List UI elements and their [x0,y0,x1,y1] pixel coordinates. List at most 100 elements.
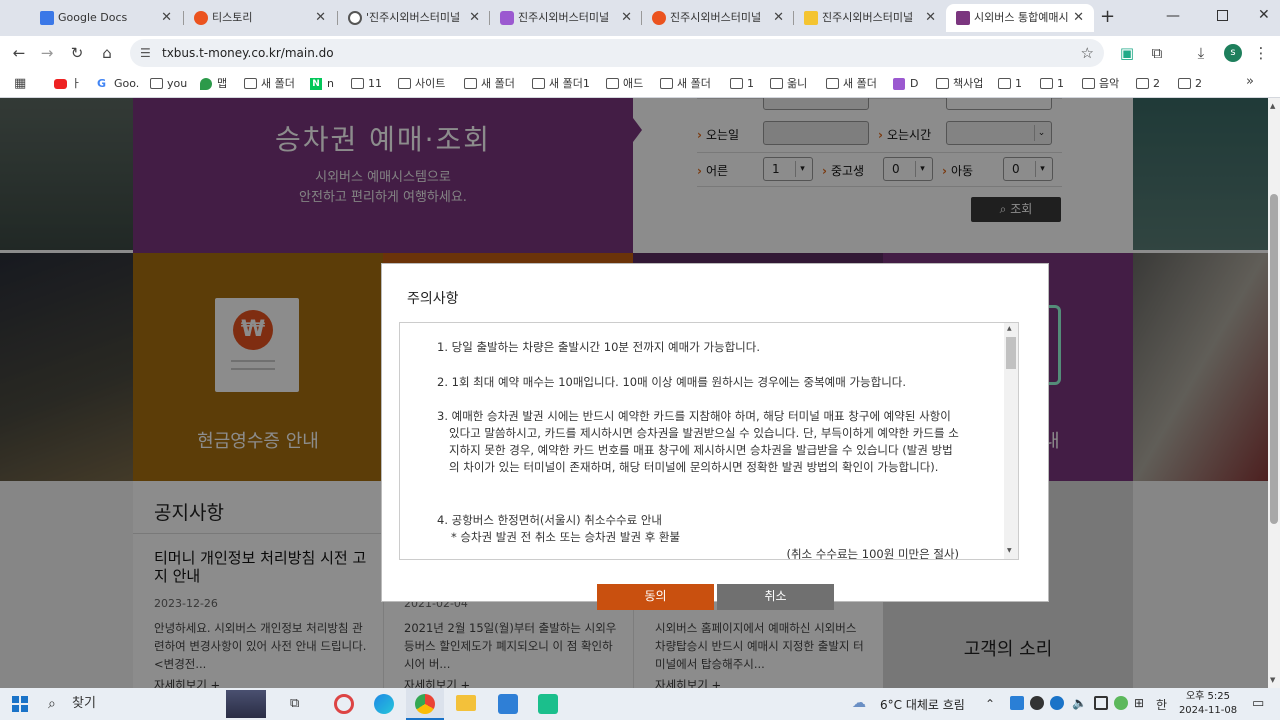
bookmark-folder[interactable]: 새 폴더 [826,75,877,93]
globe-icon [348,11,362,25]
tistory-icon [194,11,208,25]
notice-item-4-note: (취소 수수료는 100원 미만은 절사) [786,547,959,560]
folder-icon [1040,78,1053,89]
bookmark-youtube[interactable]: ㅏ [54,75,81,93]
bookmark-map[interactable]: 맵 [200,75,227,93]
notice-item-3: 3. 예매한 승차권 발권 시에는 반드시 예약한 카드를 지참해야 하며, 해… [437,409,959,474]
scroll-up-icon[interactable]: ▲ [1270,102,1275,110]
bookmark-folder[interactable]: 옮니 [770,75,807,93]
apps-grid-icon[interactable]: ▦ [14,76,26,91]
weather-text[interactable]: 6°C 대체로 흐림 [880,696,965,713]
bookmark-folder[interactable]: 새 폴더 [244,75,295,93]
tab-tistory[interactable]: 티스토리 ✕ [184,4,336,32]
bookmark-folder[interactable]: 책사업 [936,75,983,93]
map-pin-icon [200,78,212,90]
profile-avatar[interactable]: s [1224,44,1242,62]
edge-icon[interactable] [374,694,394,714]
folder-icon [998,78,1011,89]
site-info-icon[interactable]: ☰ [140,39,151,67]
close-icon[interactable]: ✕ [773,4,784,32]
new-tab-icon[interactable]: + [1100,6,1115,27]
modal-notice-box[interactable]: 1. 당일 출발하는 차량은 출발시간 10분 전까지 예매가 가능합니다. 2… [399,322,1019,560]
notice-scrollbar[interactable]: ▲ ▼ [1004,323,1018,559]
bookmark-d[interactable]: D [893,75,918,93]
reload-icon[interactable]: ↻ [66,42,88,64]
bookmark-star-icon[interactable]: ☆ [1081,39,1094,67]
scroll-down-icon[interactable]: ▼ [1007,547,1012,554]
scroll-up-icon[interactable]: ▲ [1007,325,1012,332]
tab-jinju-4[interactable]: 진주시외버스터미널 ✕ [794,4,946,32]
menu-kebab-icon[interactable]: ⋮ [1250,42,1272,64]
tmoney-icon [956,11,970,25]
d-icon [500,11,514,25]
forward-icon[interactable]: → [36,42,58,64]
cancel-button[interactable]: 취소 [717,584,834,610]
page-scrollbar[interactable]: ▲ ▼ [1268,98,1280,688]
restore-icon[interactable] [1217,10,1228,21]
bookmark-folder[interactable]: 2 [1136,75,1160,93]
close-icon[interactable]: ✕ [469,4,480,32]
bookmark-folder[interactable]: 1 [998,75,1022,93]
tab-txbus-active[interactable]: 시외버스 통합예매시 ✕ [946,4,1094,32]
bookmark-folder[interactable]: 2 [1178,75,1202,93]
network-icon[interactable]: ⊞ [1134,696,1144,710]
tray-app-icon[interactable] [1094,696,1108,710]
bookmark-folder[interactable]: 새 폴더 [660,75,711,93]
notification-icon[interactable]: ▭ [1252,696,1264,711]
close-icon[interactable]: ✕ [1073,4,1084,32]
close-icon[interactable]: ✕ [161,4,172,32]
agree-button[interactable]: 동의 [597,584,714,610]
taskbar-search[interactable]: ⌕ 찾기 [40,690,220,718]
minimize-icon[interactable]: — [1166,8,1180,24]
download-icon[interactable]: ⤓ [1190,42,1212,64]
tab-jinju-2[interactable]: 진주시외버스터미널 ✕ [490,4,642,32]
modal-title: 주의사항 [407,291,459,307]
docs-icon [40,11,54,25]
speaker-icon[interactable]: 🔈 [1072,696,1087,710]
notice-scroll-thumb[interactable] [1006,337,1016,369]
chrome-taskbar-item[interactable] [406,688,444,720]
back-icon[interactable]: ← [8,42,30,64]
bookmark-folder[interactable]: 음악 [1082,75,1119,93]
store-icon[interactable] [498,694,518,714]
bookmark-folder[interactable]: 사이트 [398,75,445,93]
close-icon[interactable]: ✕ [315,4,326,32]
bookmark-naver[interactable]: Nn [310,75,334,93]
bookmark-folder[interactable]: 새 폴더1 [532,75,590,93]
tray-app-icon[interactable] [1050,696,1064,710]
clock[interactable]: 오후 5:25 2024-11-08 [1178,690,1238,718]
tray-app-icon[interactable] [1114,696,1128,710]
bookmark-folder[interactable]: 새 폴더 [464,75,515,93]
close-icon[interactable]: ✕ [621,4,632,32]
ime-icon[interactable]: 한 [1156,696,1167,713]
task-view-icon[interactable]: ⧉ [290,696,299,711]
tab-jinju-1[interactable]: '진주시외버스터미널 ✕ [338,4,490,32]
scroll-down-icon[interactable]: ▼ [1270,676,1275,684]
folder-icon [150,78,163,89]
bookmark-folder[interactable]: you [150,75,187,93]
address-bar[interactable]: ☰ txbus.t-money.co.kr/main.do ☆ [130,39,1104,67]
taskbar-app-thumbnail[interactable] [226,690,266,718]
tray-overflow-icon[interactable]: ⌃ [985,697,995,711]
scroll-thumb[interactable] [1270,194,1278,524]
tray-app-icon[interactable] [1010,696,1024,710]
folder-icon [351,78,364,89]
tray-app-icon[interactable] [1030,696,1044,710]
home-icon[interactable]: ⌂ [96,42,118,64]
more-bookmarks-icon[interactable]: » [1246,74,1254,89]
extension-icon[interactable]: ▣ [1116,42,1138,64]
bookmark-folder[interactable]: 애드 [606,75,643,93]
bookmark-folder[interactable]: 11 [351,75,382,93]
windows-start-icon[interactable] [12,696,28,712]
tab-google-docs[interactable]: Google Docs ✕ [30,4,182,32]
bookmark-google[interactable]: G Goo. [97,75,139,93]
window-close-icon[interactable]: ✕ [1258,7,1270,23]
bookmark-folder[interactable]: 1 [730,75,754,93]
bookmark-folder[interactable]: 1 [1040,75,1064,93]
file-explorer-icon[interactable] [456,695,476,711]
tab-jinju-3[interactable]: 진주시외버스터미널 ✕ [642,4,794,32]
app-icon[interactable] [538,694,558,714]
app-icon[interactable] [334,694,354,714]
close-icon[interactable]: ✕ [925,4,936,32]
extensions-puzzle-icon[interactable]: ⧉ [1146,42,1168,64]
